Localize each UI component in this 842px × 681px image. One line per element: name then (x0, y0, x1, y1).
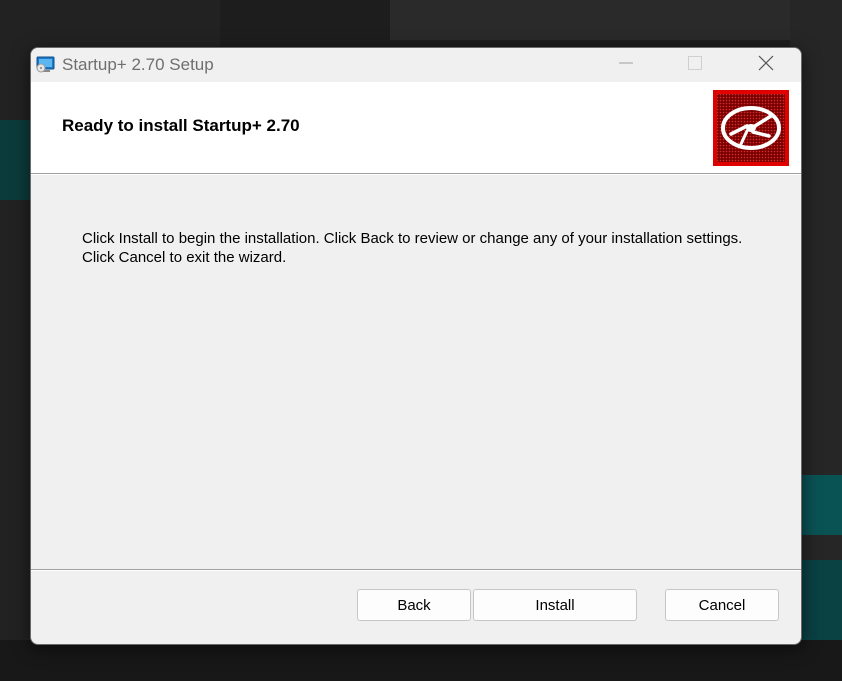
window-title: Startup+ 2.70 Setup (62, 55, 214, 74)
wizard-header: Ready to install Startup+ 2.70 (31, 82, 801, 173)
title-bar[interactable]: Startup+ 2.70 Setup (31, 48, 801, 82)
maximize-button[interactable] (672, 48, 718, 82)
minimize-button[interactable] (603, 48, 649, 82)
background-shape (0, 640, 842, 681)
maximize-icon (687, 55, 703, 76)
background-shape (800, 475, 842, 535)
background-shape (800, 560, 842, 640)
install-button[interactable]: Install (473, 589, 637, 621)
disc-icon (713, 90, 789, 166)
footer-divider (31, 569, 801, 571)
minimize-icon (618, 55, 634, 76)
close-button[interactable] (743, 48, 789, 82)
back-button[interactable]: Back (357, 589, 471, 621)
background-shape (0, 120, 30, 200)
page-title: Ready to install Startup+ 2.70 (62, 116, 300, 135)
cancel-button[interactable]: Cancel (665, 589, 779, 621)
installer-monitor-icon (36, 56, 56, 74)
header-divider (31, 173, 801, 175)
desktop-background: Startup+ 2.70 Setup Ready to install Sta… (0, 0, 842, 681)
background-shape (390, 0, 842, 40)
setup-window: Startup+ 2.70 Setup Ready to install Sta… (30, 47, 802, 645)
instructions-text: Click Install to begin the installation.… (82, 230, 743, 266)
close-icon (758, 55, 774, 76)
